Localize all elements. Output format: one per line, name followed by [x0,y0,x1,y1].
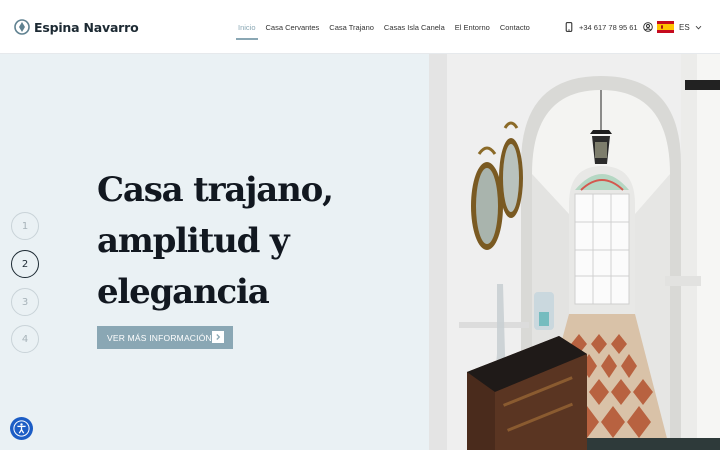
chevron-down-icon [695,25,701,29]
contact-bar: +34 617 78 95 61 [564,22,653,32]
hero-headline: Casa trajano, amplitud y elegancia [97,165,417,318]
nav-item-casa-trajano[interactable]: Casa Trajano [329,23,374,32]
hero-image [429,54,720,450]
nav-item-el-entorno[interactable]: El Entorno [455,23,490,32]
brand-logo[interactable]: Espina Navarro [14,19,139,35]
headline-line-3: elegancia [97,272,270,312]
headline-line-2: amplitud y [97,221,290,261]
slide-dot-4[interactable]: 4 [11,325,39,353]
logo-icon [14,19,30,35]
main-nav: Inicio Casa Cervantes Casa Trajano Casas… [236,23,530,40]
nav-item-contacto[interactable]: Contacto [500,23,530,32]
phone-number[interactable]: +34 617 78 95 61 [579,23,638,32]
language-selector[interactable]: ES [657,21,702,33]
site-header: Espina Navarro Inicio Casa Cervantes Cas… [0,0,720,54]
slide-dot-1[interactable]: 1 [11,212,39,240]
user-icon[interactable] [642,22,653,32]
chevron-right-icon [212,331,224,343]
more-info-button[interactable]: VER MÁS INFORMACIÓN [97,326,233,349]
nav-item-casa-cervantes[interactable]: Casa Cervantes [266,23,320,32]
phone-icon[interactable] [564,22,574,32]
nav-item-casas-isla-canela[interactable]: Casas Isla Canela [384,23,445,32]
slide-dot-3[interactable]: 3 [11,288,39,316]
spain-flag-icon [657,21,674,33]
headline-line-1: Casa trajano, [97,170,334,210]
language-code: ES [679,22,690,32]
more-info-label: VER MÁS INFORMACIÓN [107,332,212,343]
brand-name: Espina Navarro [34,19,139,35]
nav-item-inicio[interactable]: Inicio [236,23,257,40]
accessibility-icon[interactable] [10,417,33,440]
slide-dot-2[interactable]: 2 [11,250,39,278]
